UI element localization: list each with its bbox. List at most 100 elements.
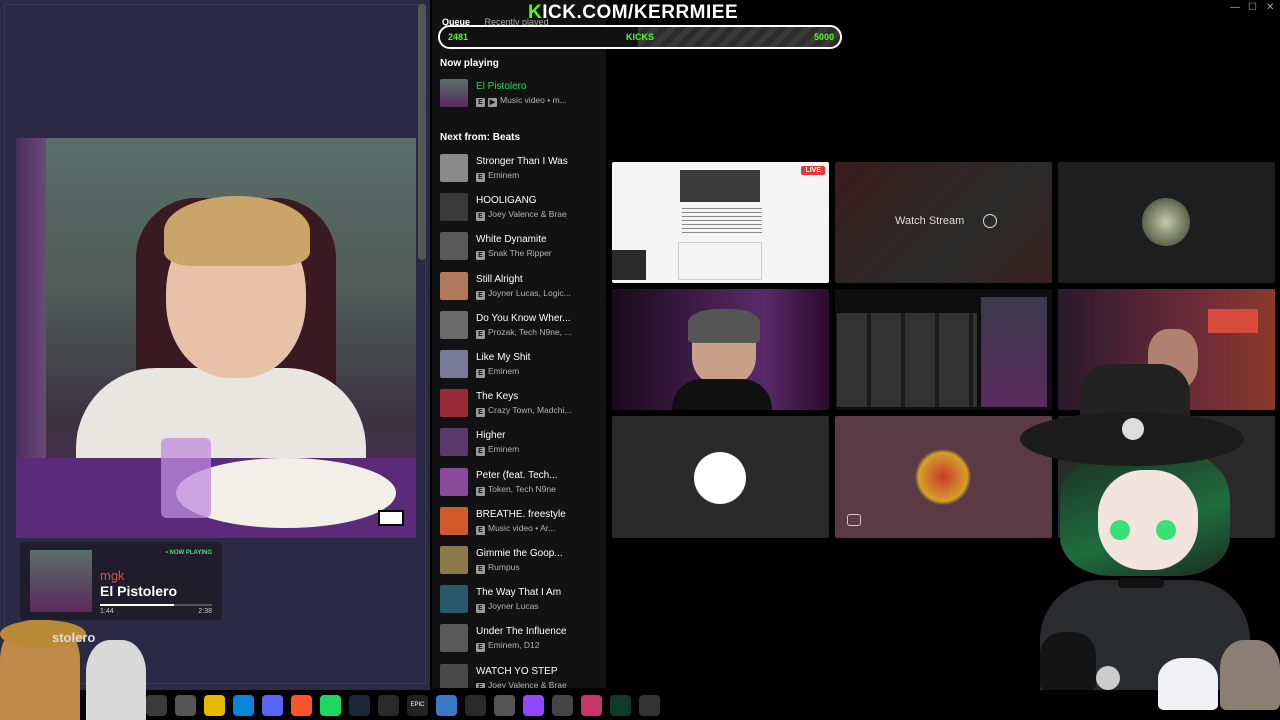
now-playing-thumbnail (30, 550, 92, 612)
queue-thumbnail (440, 232, 468, 261)
explicit-icon: E (476, 290, 485, 300)
camera-off-icon[interactable] (847, 514, 861, 526)
queue-item[interactable]: Like My Shit E Eminem (440, 350, 606, 382)
obs-icon[interactable] (378, 694, 399, 716)
chrome-icon[interactable] (146, 694, 167, 716)
queue-item[interactable]: Stronger Than I Was E Eminem (440, 154, 606, 186)
settings-icon[interactable] (552, 694, 573, 716)
stream-tile-webcam[interactable] (612, 289, 829, 410)
art-glass (161, 438, 211, 518)
queue-item-title: The Way That I Am (476, 587, 562, 599)
stream-tile-webpage[interactable]: LIVE (612, 162, 829, 283)
watch-stream-label[interactable]: Watch Stream (895, 215, 964, 227)
queue-item-title: HOOLIGANG (476, 195, 537, 207)
queue-item[interactable]: Do You Know Wher... E Prozak, Tech N9ne, .… (440, 310, 606, 343)
queue-item-sub: E Joyner Lucas (476, 601, 604, 614)
queue-thumbnail (440, 193, 468, 222)
kick-rest: ICK.COM/KERRMIEE (542, 2, 739, 23)
explicit-icon: E (476, 447, 485, 457)
explicit-icon: E (476, 525, 485, 535)
queue-item[interactable]: Peter (feat. Tech... E Token, Tech N9ne (440, 467, 606, 500)
stream-tile-avatar2[interactable] (612, 416, 829, 538)
queue-item-sub: E Joey Valence & Brae (476, 209, 604, 222)
explicit-icon: E (476, 98, 485, 107)
kick-goal-bar: 2481 KICKS 5000 (438, 25, 842, 49)
kick-url-title: KICK.COM/KERRMIEE (528, 2, 738, 24)
steelseries-icon[interactable] (639, 694, 660, 716)
queue-item-title: WATCH YO STEP (476, 665, 558, 677)
queue-item[interactable]: BREATHE. freestyle E Music video • Ar... (440, 506, 606, 539)
queue-thumbnail (440, 663, 468, 688)
left-scrollbar[interactable] (418, 4, 426, 260)
goal-label: KICKS (626, 32, 655, 42)
twitch-icon[interactable] (523, 694, 544, 716)
stream-tile-watch[interactable]: Watch Stream (835, 162, 1052, 283)
queue-item-artist: Snak The Ripper (488, 248, 552, 259)
spotify-icon[interactable] (320, 694, 341, 716)
now-playing-progress-fill (100, 604, 174, 606)
queue-item-title: Gimmie the Goop... (476, 548, 563, 559)
stream-tile-desktop[interactable] (835, 289, 1052, 410)
skull-sticker (1096, 666, 1120, 690)
queue-item[interactable]: The Keys E Crazy Town, Madchi... (440, 389, 606, 421)
watch-stream-icon[interactable] (983, 214, 997, 228)
queue-item[interactable]: Gimmie the Goop... E Rumpus (440, 546, 606, 578)
queue-item-sub: E Eminem (476, 444, 604, 457)
queue-item[interactable]: WATCH YO STEP E Joey Valence & Brae (440, 663, 606, 688)
streamer-body (672, 379, 772, 410)
queue-item-sub: E Prozak, Tech N9ne, ... (476, 327, 604, 339)
queue-item[interactable]: HOOLIGANG E Joey Valence & Brae (440, 193, 606, 225)
explicit-icon: E (476, 329, 485, 339)
queue-item-artist: Eminem (488, 170, 520, 180)
queue-item[interactable]: Still Alright E Joyner Lucas, Logic... (440, 271, 606, 304)
now-playing-progress (100, 604, 212, 606)
now-playing-title: El Pistolero (100, 583, 178, 599)
queue-thumbnail (440, 310, 468, 339)
vtuber-choker (1118, 578, 1164, 588)
file-icon[interactable] (175, 694, 196, 716)
now-playing-card: • NOW PLAYING mgk El Pistolero 1:44 2:38 (20, 542, 222, 620)
queue-item[interactable]: White Dynamite E Snak The Ripper (440, 232, 606, 264)
maximize-button[interactable]: ☐ (1248, 2, 1257, 13)
queue-item-title: Do You Know Wher... (476, 312, 571, 324)
epic-icon[interactable]: EPIC (407, 694, 428, 716)
queue-now-playing-title: El Pistolero (476, 81, 527, 92)
folder-icon[interactable] (204, 694, 225, 716)
brave-icon[interactable] (291, 694, 312, 716)
now-playing-elapsed: 1:44 (100, 608, 114, 615)
queue-item-title: BREATHE. freestyle (476, 508, 566, 520)
terminal-icon[interactable] (610, 694, 631, 716)
streamer-beanie (688, 309, 760, 343)
discord-icon[interactable] (262, 694, 283, 716)
queue-panel: Queue Recently played Now playing El Pis… (432, 0, 606, 688)
minimize-button[interactable]: — (1230, 2, 1240, 13)
steam-icon[interactable] (349, 694, 370, 716)
queue-now-playing-row[interactable]: El Pistolero E ▶ Music video • m... (440, 79, 606, 111)
goal-current: 2481 (448, 32, 469, 42)
queue-item-artist: Token, Tech N9ne (488, 483, 556, 494)
queue-item-artist: Rumpus (488, 562, 520, 572)
stream-tile-avatar[interactable] (1058, 162, 1275, 283)
art-child-hair (164, 196, 310, 266)
black-cat-sticker (1040, 632, 1096, 690)
stream-tile-emblem[interactable] (835, 416, 1052, 538)
queue-item[interactable]: The Way That I Am E Joyner Lucas (440, 585, 606, 617)
calculator-icon[interactable] (465, 694, 486, 716)
queue-item[interactable]: Higher E Eminem (440, 428, 606, 460)
close-button[interactable]: ✕ (1266, 2, 1274, 13)
notepad-icon[interactable] (436, 694, 457, 716)
edge-icon[interactable] (233, 694, 254, 716)
queue-thumbnail (440, 585, 468, 614)
queue-item-artist: Joyner Lucas, Logic... (488, 287, 571, 298)
vtuber-icon[interactable] (581, 694, 602, 716)
explicit-icon: E (476, 408, 485, 418)
queue-item-artist: Prozak, Tech N9ne, ... (488, 326, 572, 337)
queue-now-playing-sub: E ▶ Music video • m... (476, 95, 604, 107)
explicit-icon: E (476, 682, 485, 688)
explicit-icon: E (476, 486, 485, 496)
queue-item[interactable]: Under The Influence E Eminem, D12 (440, 624, 606, 656)
explicit-icon: E (476, 173, 485, 182)
chat-icon[interactable] (494, 694, 515, 716)
white-cat-sticker (1158, 658, 1218, 710)
queue-thumbnail (440, 624, 468, 653)
